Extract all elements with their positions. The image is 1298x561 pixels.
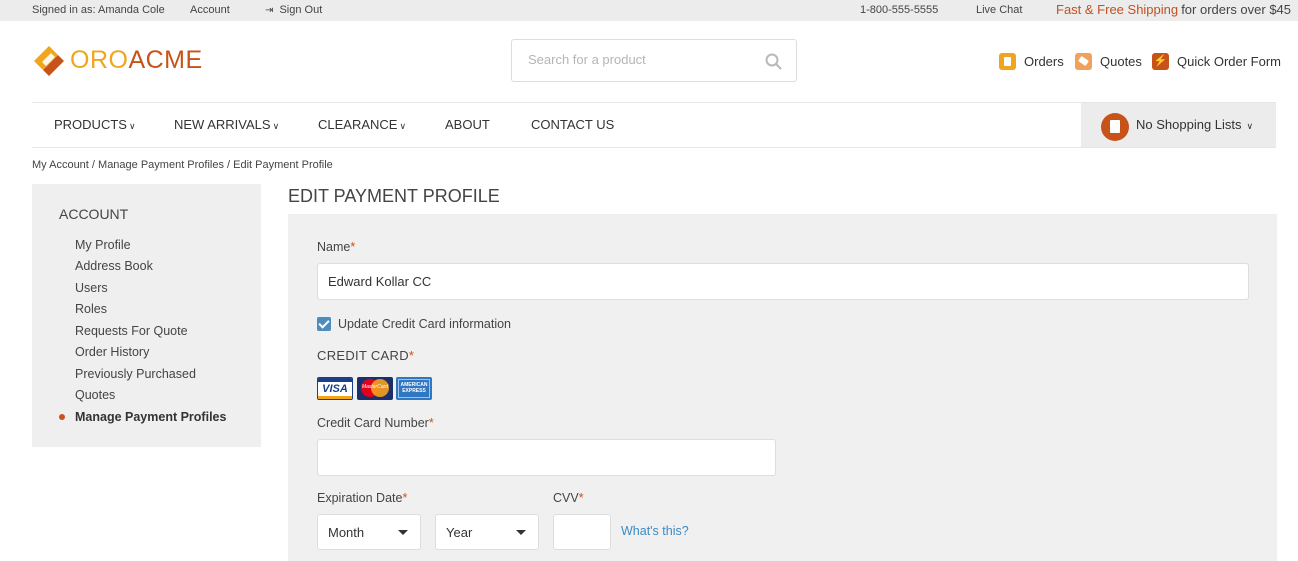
orders-link[interactable]: Orders	[999, 53, 1064, 70]
search-icon[interactable]	[765, 53, 782, 70]
sidebar-item-order-history[interactable]: Order History	[75, 345, 149, 359]
shipping-promo-text: for orders over $45	[1181, 2, 1292, 17]
shipping-promo-accent[interactable]: Fast & Free Shipping	[1056, 2, 1178, 17]
page-title: EDIT PAYMENT PROFILE	[288, 186, 500, 206]
nav-clearance[interactable]: CLEARANCE ∨	[318, 117, 406, 132]
card-number-label: Credit Card Number*	[317, 416, 434, 430]
active-indicator-dot	[59, 414, 65, 420]
brand-logo[interactable]: OROACME	[32, 44, 203, 76]
name-input[interactable]: Edward Kollar CC	[317, 263, 1249, 300]
required-marker: *	[402, 491, 408, 505]
quick-order-label: Quick Order Form	[1177, 54, 1282, 69]
search-input[interactable]	[526, 51, 750, 68]
sidebar-item-requests-for-quote[interactable]: Requests For Quote	[75, 324, 188, 338]
sidebar-title: ACCOUNT	[59, 206, 129, 222]
sign-out-link[interactable]: ⇥ Sign Out	[265, 4, 322, 16]
orders-icon	[999, 53, 1016, 70]
mastercard-logo: MasterCard	[357, 377, 393, 400]
chevron-down-icon: ∨	[399, 121, 407, 131]
name-label: Name*	[317, 240, 356, 254]
phone-number[interactable]: 1-800-555-5555	[860, 4, 938, 16]
logo-mark-icon	[34, 46, 64, 76]
whats-this-link[interactable]: What's this?	[621, 524, 689, 538]
amex-logo: AMERICAN EXPRESS	[396, 377, 432, 400]
dropdown-caret-icon	[516, 530, 526, 535]
card-number-input[interactable]	[317, 439, 776, 476]
visa-logo: VISA	[317, 377, 353, 400]
required-marker: *	[428, 416, 434, 430]
payment-profile-form: Name* Edward Kollar CC Update Credit Car…	[288, 214, 1277, 561]
chevron-down-icon: ∨	[128, 121, 136, 131]
required-marker: *	[578, 491, 584, 505]
quotes-link[interactable]: Quotes	[1075, 53, 1142, 70]
search-box	[511, 39, 797, 82]
required-marker: *	[408, 348, 415, 363]
cvv-input[interactable]	[553, 514, 611, 550]
shopping-lists-label: No Shopping Lists	[1136, 117, 1242, 132]
quotes-icon	[1075, 53, 1092, 70]
chevron-down-icon: ∨	[1246, 121, 1254, 131]
shopping-list-icon	[1101, 113, 1129, 141]
nav-contact-us[interactable]: CONTACT US	[531, 117, 614, 132]
nav-products[interactable]: PRODUCTS ∨	[54, 117, 136, 132]
sidebar-item-quotes[interactable]: Quotes	[75, 388, 115, 402]
chevron-down-icon: ∨	[272, 121, 280, 131]
live-chat-link[interactable]: Live Chat	[976, 4, 1022, 16]
quick-order-icon: ⚡	[1152, 53, 1169, 70]
orders-label: Orders	[1024, 54, 1064, 69]
sidebar-item-manage-payment-profiles[interactable]: Manage Payment Profiles	[75, 410, 226, 424]
update-credit-card-label[interactable]: Update Credit Card information	[338, 317, 511, 331]
expiration-year-select[interactable]: Year	[435, 514, 539, 550]
expiration-date-label: Expiration Date*	[317, 491, 408, 505]
credit-card-section-title: CREDIT CARD*	[317, 348, 415, 363]
account-link[interactable]: Account	[190, 4, 230, 16]
logo-text-acme: ACME	[128, 45, 203, 74]
required-marker: *	[350, 240, 356, 254]
breadcrumb[interactable]: My Account / Manage Payment Profiles / E…	[32, 159, 333, 171]
cvv-label: CVV*	[553, 491, 584, 505]
update-credit-card-checkbox[interactable]	[317, 317, 331, 331]
sidebar-item-previously-purchased[interactable]: Previously Purchased	[75, 367, 196, 381]
sign-out-icon: ⇥	[265, 5, 274, 16]
dropdown-caret-icon	[398, 530, 408, 535]
nav-about[interactable]: ABOUT	[445, 117, 490, 132]
signed-in-label: Signed in as: Amanda Cole	[32, 4, 165, 16]
shipping-promo: Fast & Free Shipping for orders over $45	[1056, 2, 1291, 17]
sidebar-item-address-book[interactable]: Address Book	[75, 259, 153, 273]
expiration-month-select[interactable]: Month	[317, 514, 421, 550]
account-sidebar: ACCOUNT My Profile Address Book Users Ro…	[32, 184, 261, 447]
quotes-label: Quotes	[1100, 54, 1142, 69]
nav-new-arrivals[interactable]: NEW ARRIVALS ∨	[174, 117, 279, 132]
top-bar: Signed in as: Amanda Cole Account ⇥ Sign…	[0, 0, 1298, 21]
quick-order-link[interactable]: ⚡ Quick Order Form	[1152, 53, 1281, 70]
shopping-lists-widget[interactable]: No Shopping Lists ∨	[1081, 103, 1276, 147]
sidebar-item-users[interactable]: Users	[75, 281, 108, 295]
sidebar-item-my-profile[interactable]: My Profile	[75, 238, 131, 252]
sidebar-item-roles[interactable]: Roles	[75, 302, 107, 316]
logo-text-oro: ORO	[70, 45, 129, 74]
